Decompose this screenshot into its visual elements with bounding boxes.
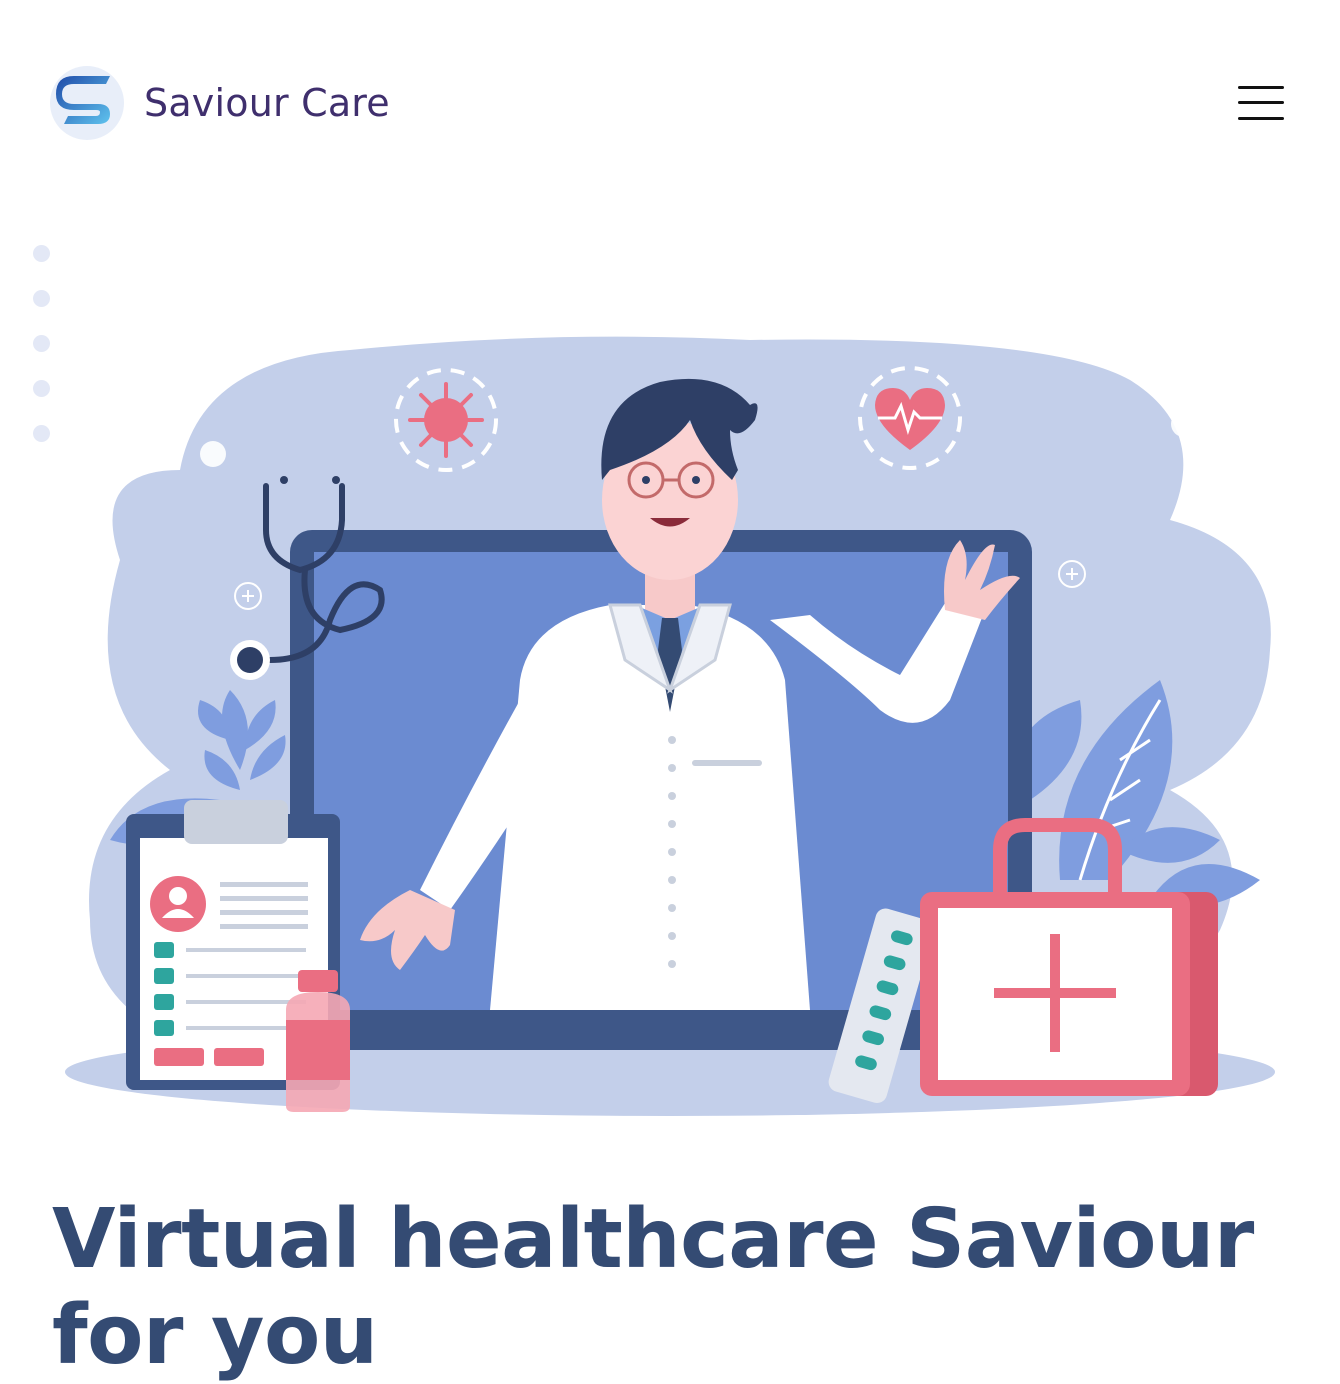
brand-link[interactable]: Saviour Care <box>50 66 390 140</box>
hero-headline: Virtual healthcare Saviour for you <box>52 1192 1254 1383</box>
s-logo-icon <box>50 66 124 140</box>
decorative-dots <box>33 245 50 470</box>
site-header: Saviour Care <box>0 0 1340 200</box>
doctor-video-consultation-illustration <box>50 320 1290 1130</box>
hamburger-menu-icon[interactable] <box>1236 82 1286 124</box>
brand-name: Saviour Care <box>144 81 390 125</box>
